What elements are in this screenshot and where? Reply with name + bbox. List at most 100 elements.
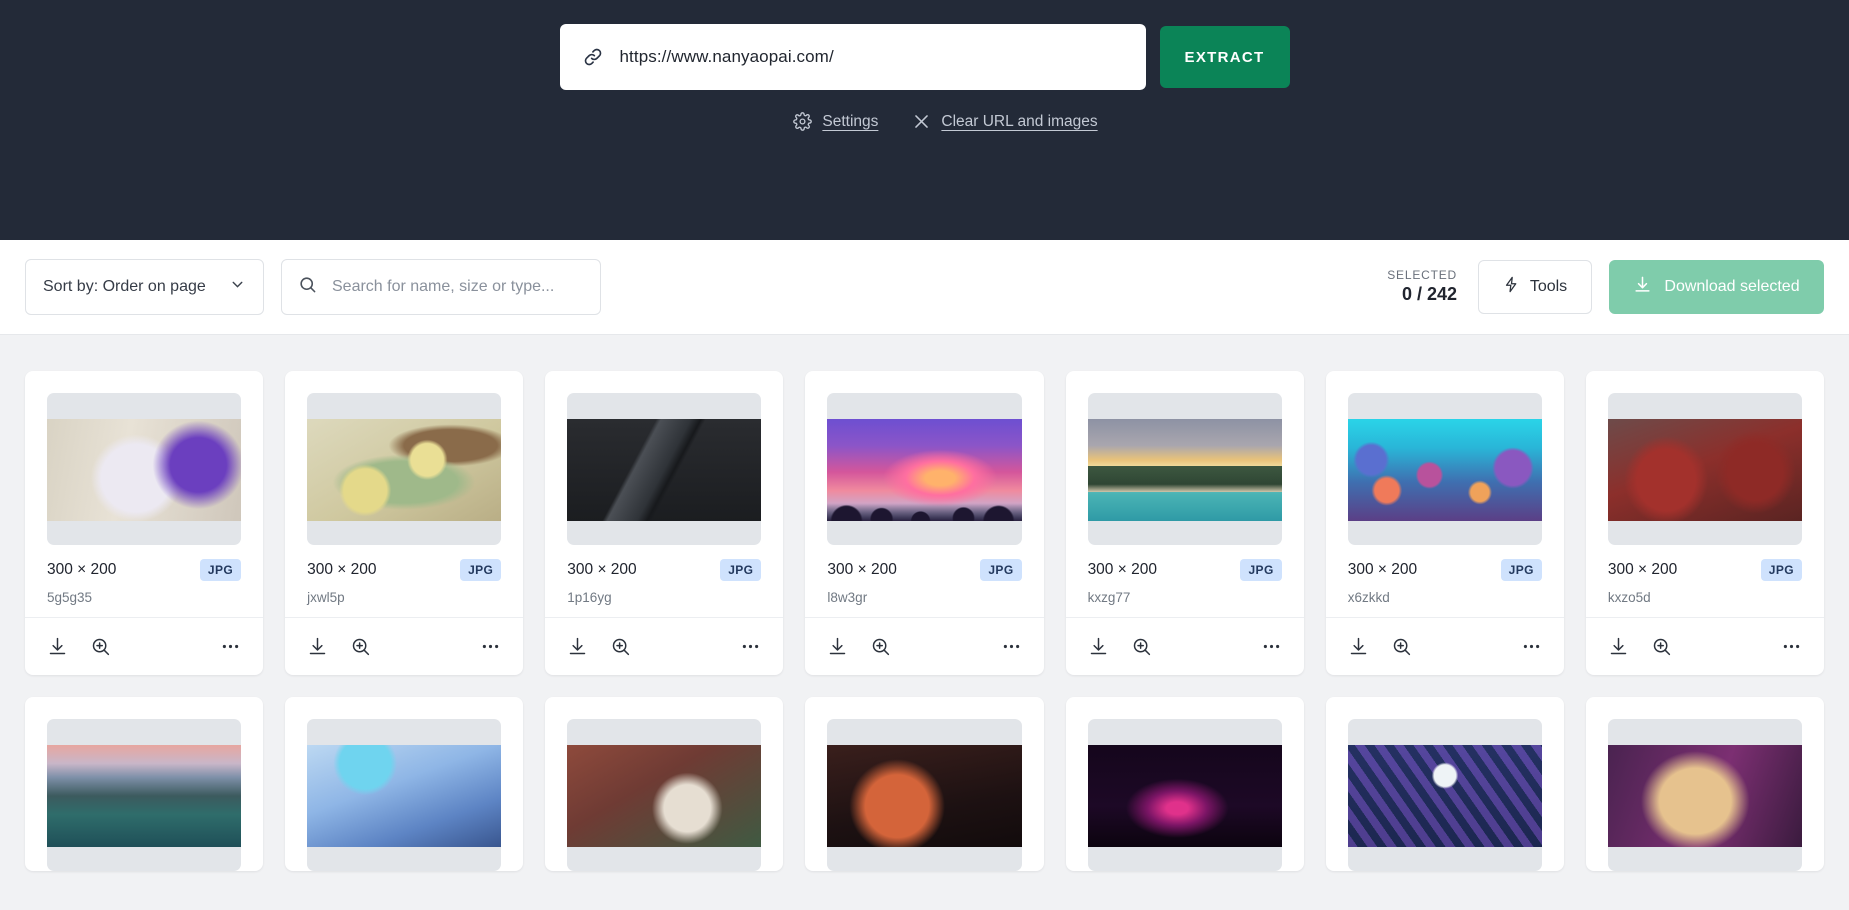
search-input[interactable] xyxy=(330,277,584,297)
image-card[interactable]: 300 × 200 JPG x6zkkd xyxy=(1325,371,1564,675)
download-icon[interactable] xyxy=(307,636,328,657)
download-icon[interactable] xyxy=(1348,636,1369,657)
image-card[interactable]: 300 × 200 JPG kxzo5d xyxy=(1585,371,1824,675)
more-options-icon[interactable] xyxy=(1001,636,1022,657)
clear-url-label: Clear URL and images xyxy=(941,112,1098,130)
image-dimensions: 300 × 200 xyxy=(1607,561,1678,578)
clear-url-link[interactable]: Clear URL and images xyxy=(912,112,1098,131)
thumbnail[interactable] xyxy=(827,719,1022,871)
hero-header: https://www.nanyaopai.com/ EXTRACT Setti… xyxy=(0,0,1849,240)
thumbnail-image xyxy=(1607,419,1802,521)
thumbnail[interactable] xyxy=(307,719,502,871)
card-meta: 300 × 200 JPG x6zkkd xyxy=(1326,545,1564,617)
card-actions xyxy=(285,617,524,675)
lightning-icon xyxy=(1503,276,1520,298)
image-filename: 5g5g35 xyxy=(47,590,93,605)
zoom-in-icon[interactable] xyxy=(1651,636,1672,657)
more-options-icon[interactable] xyxy=(1781,636,1802,657)
card-meta: 300 × 200 JPG l8w3gr xyxy=(805,545,1043,617)
zoom-in-icon[interactable] xyxy=(1391,636,1412,657)
thumbnail-wrap xyxy=(25,697,263,871)
card-meta: 300 × 200 JPG jxwl5p xyxy=(285,545,523,617)
search-box[interactable] xyxy=(281,259,601,315)
extract-button[interactable]: EXTRACT xyxy=(1159,26,1290,88)
card-actions xyxy=(805,617,1044,675)
thumbnail[interactable] xyxy=(47,393,242,545)
more-options-icon[interactable] xyxy=(220,636,241,657)
tools-button[interactable]: Tools xyxy=(1478,260,1592,314)
search-icon xyxy=(298,275,317,299)
image-card[interactable] xyxy=(1065,697,1304,871)
thumbnail-wrap xyxy=(805,371,1043,545)
download-icon[interactable] xyxy=(567,636,588,657)
thumbnail-wrap xyxy=(545,697,783,871)
image-dimensions: 300 × 200 xyxy=(1087,561,1157,578)
image-card[interactable]: 300 × 200 JPG l8w3gr xyxy=(805,371,1044,675)
image-dimensions: 300 × 200 xyxy=(567,561,637,578)
sort-label: Sort by: Order on page xyxy=(43,278,206,295)
zoom-in-icon[interactable] xyxy=(1131,636,1152,657)
card-meta: 300 × 200 JPG kxzo5d xyxy=(1586,545,1824,617)
image-card[interactable]: 300 × 200 JPG kxzg77 xyxy=(1065,371,1304,675)
image-card[interactable]: 300 × 200 JPG 1p16yg xyxy=(545,371,784,675)
file-type-badge: JPG xyxy=(199,559,242,581)
url-row: https://www.nanyaopai.com/ EXTRACT xyxy=(0,0,1849,90)
thumbnail[interactable] xyxy=(567,393,762,545)
thumbnail[interactable] xyxy=(1347,393,1542,545)
thumbnail[interactable] xyxy=(567,719,762,871)
thumbnail[interactable] xyxy=(1347,719,1542,871)
image-dimensions: 300 × 200 xyxy=(1347,561,1418,578)
thumbnail[interactable] xyxy=(1087,393,1282,545)
image-filename: 1p16yg xyxy=(567,590,612,605)
settings-link[interactable]: Settings xyxy=(793,112,878,131)
more-options-icon[interactable] xyxy=(1521,636,1542,657)
image-card[interactable] xyxy=(545,697,784,871)
download-selected-button[interactable]: Download selected xyxy=(1609,260,1824,314)
thumbnail[interactable] xyxy=(1087,719,1282,871)
url-input[interactable]: https://www.nanyaopai.com/ xyxy=(559,24,1146,90)
download-icon[interactable] xyxy=(47,636,68,657)
thumbnail[interactable] xyxy=(1607,393,1802,545)
thumbnail[interactable] xyxy=(827,393,1022,545)
zoom-in-icon[interactable] xyxy=(870,636,891,657)
image-card[interactable]: 300 × 200 JPG 5g5g35 xyxy=(25,371,264,675)
card-actions xyxy=(1325,617,1564,675)
image-card[interactable] xyxy=(25,697,264,871)
download-icon[interactable] xyxy=(1608,636,1629,657)
image-dimensions: 300 × 200 xyxy=(827,561,897,578)
download-icon[interactable] xyxy=(827,636,848,657)
card-meta: 300 × 200 JPG 1p16yg xyxy=(545,545,783,617)
download-selected-label: Download selected xyxy=(1664,278,1800,295)
thumbnail-wrap xyxy=(1586,697,1824,871)
chevron-down-icon xyxy=(229,276,246,298)
sort-dropdown[interactable]: Sort by: Order on page xyxy=(25,259,264,315)
thumbnail-wrap xyxy=(1326,371,1564,545)
download-icon[interactable] xyxy=(1088,636,1109,657)
image-card[interactable]: 300 × 200 JPG jxwl5p xyxy=(285,371,524,675)
more-options-icon[interactable] xyxy=(1261,636,1282,657)
zoom-in-icon[interactable] xyxy=(90,636,111,657)
more-options-icon[interactable] xyxy=(480,636,501,657)
download-icon xyxy=(1633,275,1652,299)
thumbnail-image xyxy=(1087,745,1282,847)
thumbnail[interactable] xyxy=(47,719,242,871)
file-type-badge: JPG xyxy=(1500,559,1542,581)
thumbnail-image xyxy=(1607,745,1802,847)
thumbnail-wrap xyxy=(1586,371,1824,545)
zoom-in-icon[interactable] xyxy=(350,636,371,657)
image-card[interactable] xyxy=(805,697,1044,871)
image-filename: x6zkkd xyxy=(1347,590,1390,605)
thumbnail-image xyxy=(1347,419,1542,521)
thumbnail-image xyxy=(307,745,502,847)
file-type-badge: JPG xyxy=(1240,559,1282,581)
more-options-icon[interactable] xyxy=(740,636,761,657)
image-card[interactable] xyxy=(285,697,524,871)
image-card[interactable] xyxy=(1585,697,1824,871)
zoom-in-icon[interactable] xyxy=(610,636,631,657)
image-card[interactable] xyxy=(1325,697,1564,871)
thumbnail[interactable] xyxy=(307,393,502,545)
thumbnail-wrap xyxy=(285,697,523,871)
link-icon xyxy=(582,46,604,68)
thumbnail-image xyxy=(827,419,1022,521)
thumbnail[interactable] xyxy=(1607,719,1802,871)
